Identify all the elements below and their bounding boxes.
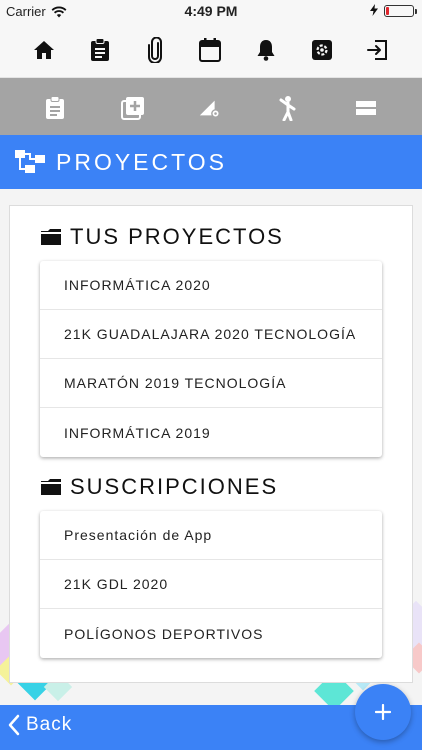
project-item[interactable]: 21K GUADALAJARA 2020 TECNOLOGÍA — [40, 310, 382, 359]
status-bar: Carrier 4:49 PM — [0, 0, 422, 22]
menu-icon[interactable] — [354, 96, 378, 120]
project-item[interactable]: INFORMÁTICA 2020 — [40, 261, 382, 310]
paperclip-icon[interactable] — [143, 37, 167, 63]
settings-icon[interactable] — [310, 38, 334, 62]
subscriptions-title: SUSCRIPCIONES — [70, 474, 279, 499]
edit-settings-icon[interactable] — [198, 96, 222, 120]
subscription-item[interactable]: 21K GDL 2020 — [40, 560, 382, 609]
calendar-icon[interactable] — [198, 38, 222, 62]
projects-title: TUS PROYECTOS — [70, 224, 284, 249]
folder-icon — [41, 229, 61, 245]
logout-icon[interactable] — [365, 38, 389, 62]
home-icon[interactable] — [32, 38, 56, 62]
projects-section-title: TUS PROYECTOS — [40, 224, 284, 250]
page-header: PROYECTOS — [0, 135, 422, 189]
back-button[interactable]: Back — [8, 714, 72, 736]
subscriptions-section-title: SUSCRIPCIONES — [40, 474, 278, 500]
subscriptions-list: Presentación de App 21K GDL 2020 POLÍGON… — [40, 511, 382, 658]
subscription-item[interactable]: POLÍGONOS DEPORTIVOS — [40, 609, 382, 658]
status-time: 4:49 PM — [184, 3, 238, 19]
subscription-item[interactable]: Presentación de App — [40, 511, 382, 560]
projects-list: INFORMÁTICA 2020 21K GUADALAJARA 2020 TE… — [40, 261, 382, 457]
bell-icon[interactable] — [254, 38, 278, 62]
clipboard-icon[interactable] — [88, 38, 112, 62]
top-toolbar — [0, 22, 422, 78]
charging-icon — [370, 4, 378, 16]
sitemap-icon — [15, 150, 45, 173]
chevron-left-icon — [8, 714, 20, 736]
page-title: PROYECTOS — [56, 148, 227, 175]
add-square-icon[interactable] — [121, 96, 145, 120]
add-fab-button[interactable] — [355, 684, 411, 740]
battery-icon — [384, 5, 417, 17]
back-label: Back — [26, 714, 73, 735]
person-icon[interactable] — [276, 96, 300, 121]
secondary-toolbar — [0, 78, 422, 135]
project-item[interactable]: MARATÓN 2019 TECNOLOGÍA — [40, 359, 382, 408]
folder-icon — [41, 479, 61, 495]
project-item[interactable]: INFORMÁTICA 2019 — [40, 408, 382, 457]
plus-icon — [375, 704, 391, 720]
clipboard-list-icon[interactable] — [43, 96, 67, 120]
